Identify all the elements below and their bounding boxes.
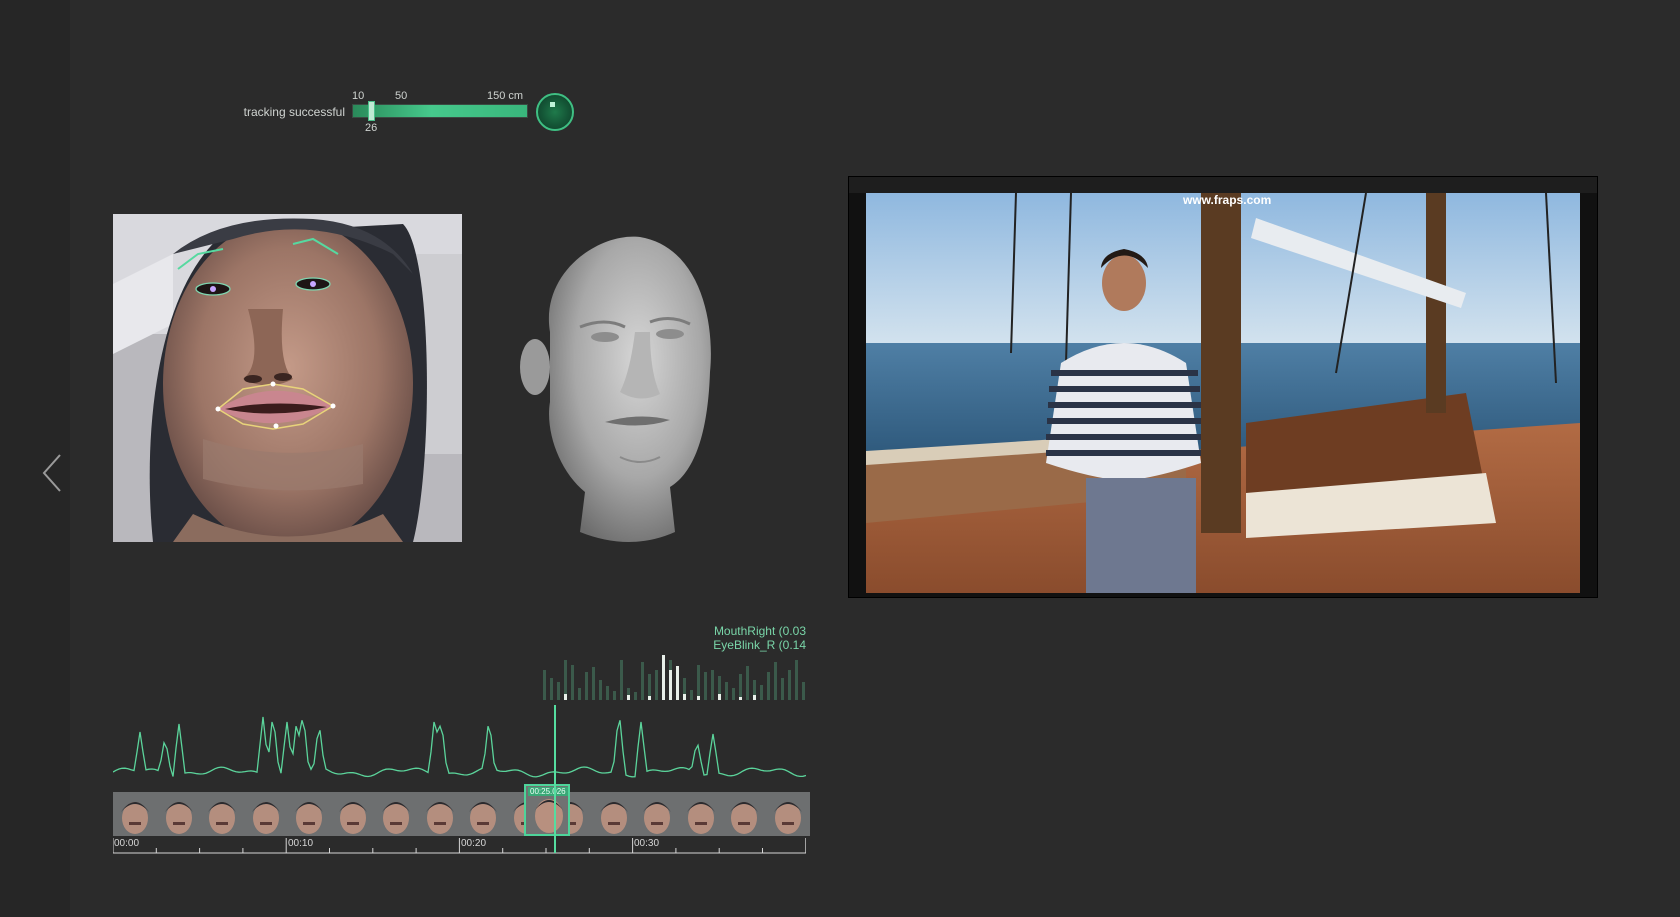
thumbnail-frame[interactable] [635, 792, 679, 836]
thumbnail-frame[interactable] [200, 792, 244, 836]
time-label-0: 00:00 [114, 838, 140, 849]
distance-slider[interactable] [352, 104, 528, 118]
thumbnail-frame[interactable] [417, 792, 462, 836]
blendshape-bar [711, 670, 714, 700]
time-label-1: 00:10 [288, 838, 314, 849]
blendshape-curves [113, 716, 806, 778]
scale-max-label: 150 cm [487, 90, 524, 102]
face-camera-view [113, 214, 462, 542]
thumbnail-frame[interactable] [461, 792, 505, 836]
thumbnail-frame[interactable] [765, 792, 810, 836]
blendshape-bar [578, 688, 581, 700]
blendshape-bar [788, 670, 791, 700]
thumbnail-frame[interactable] [374, 792, 418, 836]
scale-mid-label: 50 [395, 90, 408, 102]
chevron-left-icon[interactable] [40, 451, 66, 495]
thumbnail-strip[interactable] [113, 792, 810, 836]
blendshape-bar [550, 678, 553, 700]
thumbnail-frame[interactable] [678, 792, 723, 836]
blendshape-bar [739, 674, 742, 700]
game-viewport[interactable]: www.fraps.com [848, 176, 1598, 598]
blendshape-bar [767, 672, 770, 700]
distance-slider-fill [353, 105, 527, 117]
thumbnail-frame[interactable] [287, 792, 331, 836]
thumbnail-frame[interactable] [591, 792, 636, 836]
blendshape-bar [606, 686, 609, 700]
blendshape-bar [557, 682, 560, 700]
selected-frame-thumbnail[interactable]: 00:25.026 [524, 784, 570, 836]
tracking-status: tracking successful [243, 105, 345, 119]
blendshape-bar [620, 660, 623, 700]
blendshape-bar [795, 660, 798, 700]
blendshape-bar [704, 672, 707, 700]
time-ruler[interactable] [113, 838, 806, 854]
blendshape-bar-active [669, 670, 672, 700]
blendshape-bar [774, 662, 777, 700]
blendshape-bar [592, 667, 595, 700]
blendshape-bar [613, 691, 616, 700]
blendshape-bar [571, 665, 574, 700]
distance-slider-handle[interactable] [368, 101, 375, 121]
blendshape-bar [585, 672, 588, 700]
blendshape-bar-active [662, 655, 665, 700]
blendshape-bar [655, 670, 658, 700]
blendshape-bar [599, 680, 602, 700]
blendshape-bar [697, 665, 700, 700]
thumbnail-frame[interactable] [330, 792, 375, 836]
blendshape-bar [732, 688, 735, 700]
fraps-watermark: www.fraps.com [1183, 193, 1272, 207]
blendshape-bar [725, 682, 728, 700]
time-label-2: 00:20 [461, 838, 487, 849]
thumbnail-frame[interactable] [243, 792, 288, 836]
timeline-playhead[interactable] [554, 705, 556, 853]
blendshape-bars [543, 655, 805, 700]
thumbnail-frame[interactable] [113, 792, 157, 836]
game-toolbar [849, 177, 1597, 193]
blendshape-bar [634, 692, 637, 700]
thumbnail-frame[interactable] [722, 792, 766, 836]
head-3d-model [520, 236, 711, 542]
orb-dot [550, 102, 555, 107]
blendshape-bar [641, 662, 644, 700]
blendshape-bar [781, 678, 784, 700]
scale-current-label: 26 [365, 122, 378, 134]
blendshape-bar [543, 670, 546, 700]
blendshape-bar [760, 685, 763, 700]
thumbnail-frame[interactable] [156, 792, 201, 836]
blendshape-label-mouthright: MouthRight (0.03 [713, 624, 806, 638]
tracking-orb-icon[interactable] [536, 93, 574, 131]
ship-deck-scene [866, 193, 1580, 593]
blendshape-bar-active [676, 666, 679, 700]
blendshape-bar [690, 690, 693, 700]
selected-frame-time: 00:25.026 [528, 787, 568, 796]
blendshape-bar [802, 682, 805, 700]
blendshape-bar [746, 666, 749, 700]
time-label-3: 00:30 [634, 838, 660, 849]
scale-min-label: 10 [352, 90, 365, 102]
blendshape-curve [113, 716, 806, 778]
